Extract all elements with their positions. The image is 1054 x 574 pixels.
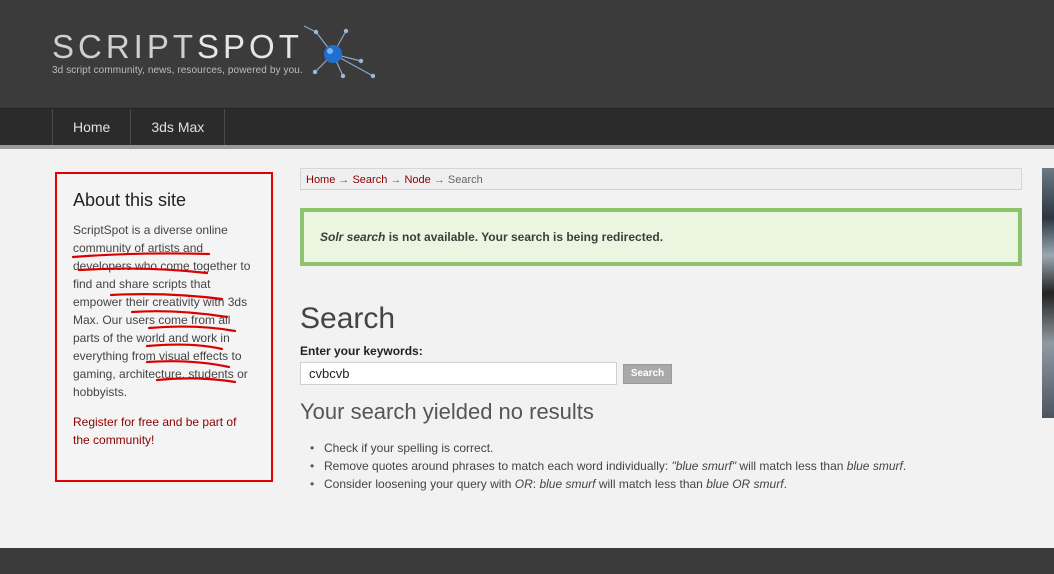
network-node-icon	[303, 25, 376, 79]
search-button[interactable]: Search	[623, 363, 672, 384]
tip-text: will match less than	[736, 459, 847, 473]
site-tagline: 3d script community, news, resources, po…	[52, 65, 303, 76]
keywords-label: Enter your keywords:	[300, 344, 423, 358]
search-tips-list: Check if your spelling is correct. Remov…	[300, 439, 1022, 493]
logo-text: SCRIPTSPOT	[52, 30, 303, 64]
sidebar-title: About this site	[73, 190, 187, 210]
logo-text-spot: SPOT	[197, 28, 303, 65]
breadcrumb-current: Search	[447, 174, 483, 186]
message-text: is not available. Your search is being r…	[385, 230, 664, 244]
breadcrumb-home[interactable]: Home	[306, 174, 335, 186]
breadcrumb-node[interactable]: Node	[404, 174, 430, 186]
list-item: Check if your spelling is correct.	[310, 439, 1022, 457]
breadcrumb-separator: →	[433, 174, 445, 186]
tip-text: Remove quotes around phrases to match ea…	[324, 459, 672, 473]
message-highlight: Solr search	[320, 230, 386, 244]
tip-text: .	[783, 477, 787, 491]
tip-example: blue smurf	[846, 459, 903, 473]
site-header: SCRIPTSPOT 3d script community, news, re…	[0, 0, 1054, 108]
nav-divider	[0, 145, 1054, 149]
page-title: Search	[300, 302, 396, 335]
nav-item-home[interactable]: Home	[53, 109, 132, 145]
about-sidebar: About this site ScriptSpot is a diverse …	[55, 172, 273, 482]
main-nav: Home 3ds Max	[0, 108, 1054, 145]
tip-example: OR	[514, 477, 533, 491]
site-footer	[0, 548, 1054, 574]
tip-text: .	[902, 459, 907, 473]
list-item: Consider loosening your query with OR: b…	[310, 475, 1022, 493]
sidebar-body: ScriptSpot is a diverse online community…	[73, 223, 251, 399]
tip-text: Check if your spelling is correct.	[324, 441, 494, 455]
nav-items: Home 3ds Max	[52, 109, 226, 145]
tip-example: "blue smurf"	[671, 459, 737, 473]
tip-text: Consider loosening your query with	[324, 477, 515, 491]
search-form: Search	[300, 362, 1022, 385]
side-banner-image[interactable]	[1042, 168, 1054, 418]
tip-example: blue smurf	[539, 477, 596, 491]
breadcrumb-separator: →	[338, 174, 350, 186]
no-results-heading: Your search yielded no results	[300, 399, 594, 424]
list-item: Remove quotes around phrases to match ea…	[310, 457, 1022, 475]
site-logo[interactable]: SCRIPTSPOT 3d script community, news, re…	[52, 30, 303, 77]
search-input[interactable]	[300, 362, 617, 385]
tip-example: blue OR smurf	[706, 477, 784, 491]
tip-text: will match less than	[595, 477, 707, 491]
logo-text-script: SCRIPT	[52, 28, 198, 65]
nav-item-3ds-max[interactable]: 3ds Max	[131, 109, 226, 145]
breadcrumb-search[interactable]: Search	[352, 174, 387, 186]
breadcrumb-separator: →	[390, 174, 402, 186]
register-link[interactable]: Register for free and be part of the com…	[73, 413, 255, 449]
status-message: Solr search is not available. Your searc…	[300, 208, 1022, 266]
breadcrumb: Home → Search → Node → Search	[300, 168, 1022, 190]
main-content: Home → Search → Node → Search Solr searc…	[300, 168, 1022, 493]
